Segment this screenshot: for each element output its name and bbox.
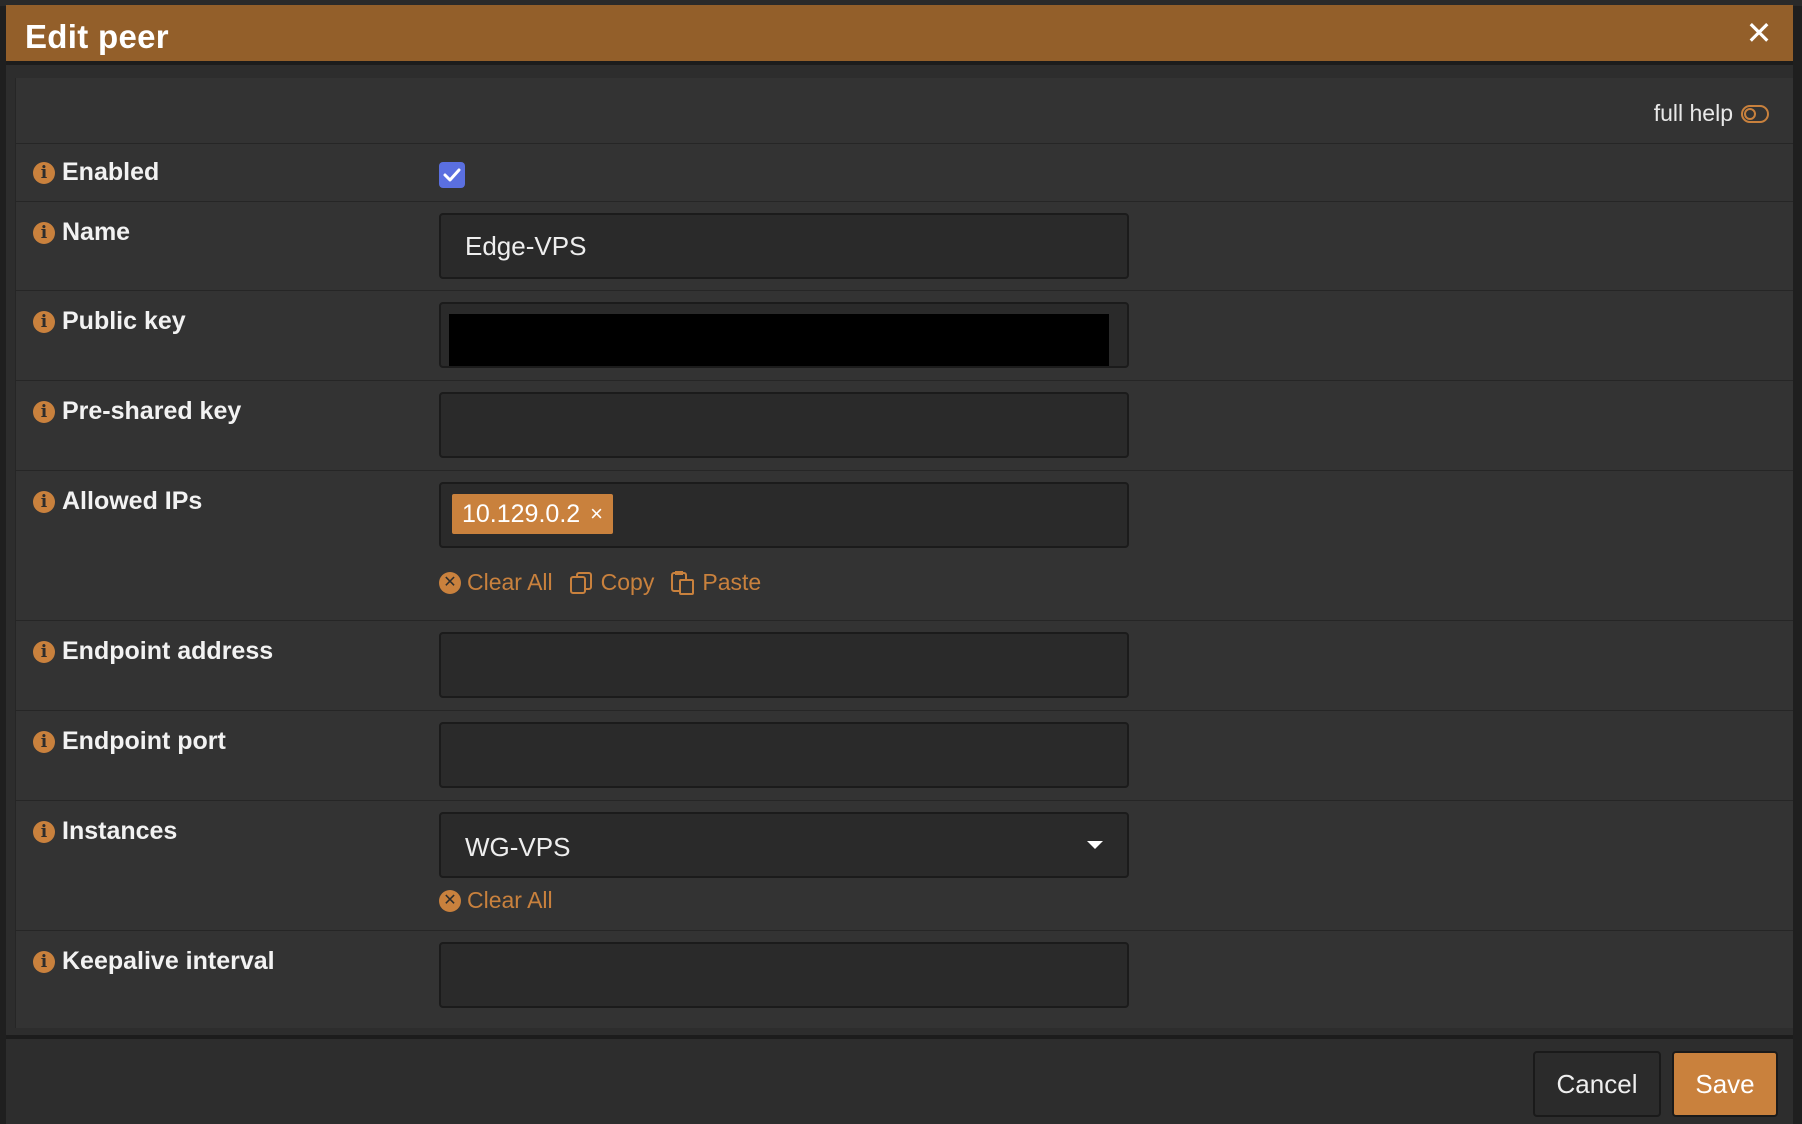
field-label-name: i Name	[33, 218, 130, 247]
toggle-off-icon	[1741, 104, 1769, 123]
info-icon[interactable]: i	[33, 400, 55, 423]
pre-shared-key-input[interactable]	[439, 392, 1129, 458]
allowed-ips-tag-input[interactable]: 10.129.0.2 ×	[439, 482, 1129, 548]
field-label-keepalive-interval: i Keepalive interval	[33, 947, 275, 976]
full-help-label: full help	[1653, 100, 1733, 126]
field-label-public-key: i Public key	[33, 307, 186, 336]
instances-actions: ✕ Clear All	[439, 887, 553, 914]
paste-label: Paste	[702, 569, 762, 595]
field-label-enabled: i Enabled	[33, 158, 159, 187]
clear-icon: ✕	[439, 889, 461, 912]
info-icon[interactable]: i	[33, 310, 55, 333]
row-keepalive-interval: i Keepalive interval	[16, 931, 1793, 1023]
name-input[interactable]	[439, 213, 1129, 279]
paste-ips-link[interactable]: Paste	[670, 569, 761, 596]
save-button[interactable]: Save	[1672, 1051, 1778, 1117]
remove-tag-icon[interactable]: ×	[590, 501, 603, 527]
row-public-key: i Public key	[16, 291, 1793, 381]
endpoint-address-input[interactable]	[439, 632, 1129, 698]
label-allowed-ips: Allowed IPs	[62, 487, 203, 515]
paste-icon	[671, 570, 695, 595]
keepalive-interval-input[interactable]	[439, 942, 1129, 1008]
row-name: i Name	[16, 202, 1793, 291]
instances-selected-value: WG-VPS	[465, 832, 571, 862]
ip-tag-label: 10.129.0.2	[462, 499, 581, 528]
label-endpoint-port: Endpoint port	[62, 727, 226, 755]
field-label-allowed-ips: i Allowed IPs	[33, 487, 202, 516]
check-icon	[443, 168, 461, 182]
row-instances: i Instances WG-VPS ✕ Clear All	[16, 801, 1793, 931]
info-icon[interactable]: i	[33, 640, 55, 663]
label-public-key: Public key	[62, 307, 186, 335]
label-endpoint-address: Endpoint address	[62, 637, 274, 665]
row-endpoint-address: i Endpoint address	[16, 621, 1793, 711]
clear-all-label: Clear All	[467, 569, 553, 595]
info-icon[interactable]: i	[33, 950, 55, 973]
clear-all-ips-link[interactable]: ✕ Clear All	[439, 569, 553, 596]
label-pre-shared-key: Pre-shared key	[62, 397, 242, 425]
help-row: full help	[16, 78, 1793, 144]
info-icon[interactable]: i	[33, 161, 55, 184]
full-help-toggle[interactable]: full help	[1654, 100, 1769, 127]
info-icon[interactable]: i	[33, 820, 55, 843]
row-allowed-ips: i Allowed IPs 10.129.0.2 × ✕ Clear All C…	[16, 471, 1793, 621]
field-label-endpoint-port: i Endpoint port	[33, 727, 226, 756]
row-enabled: i Enabled	[16, 144, 1793, 202]
label-name: Name	[62, 218, 131, 246]
clear-all-instances-link[interactable]: ✕ Clear All	[439, 887, 553, 914]
info-icon[interactable]: i	[33, 730, 55, 753]
row-endpoint-port: i Endpoint port	[16, 711, 1793, 801]
field-label-endpoint-address: i Endpoint address	[33, 637, 273, 666]
copy-label: Copy	[600, 569, 655, 595]
clear-icon: ✕	[439, 571, 461, 594]
endpoint-port-input[interactable]	[439, 722, 1129, 788]
label-instances: Instances	[62, 817, 178, 845]
info-icon[interactable]: i	[33, 221, 55, 244]
dialog-footer: Cancel Save	[6, 1035, 1793, 1124]
close-icon[interactable]: ✕	[1743, 17, 1775, 49]
label-keepalive-interval: Keepalive interval	[62, 947, 275, 975]
ip-tag: 10.129.0.2 ×	[452, 494, 614, 534]
info-icon[interactable]: i	[33, 490, 55, 513]
caret-down-icon	[1087, 841, 1103, 849]
clear-all-label: Clear All	[467, 887, 553, 913]
edit-peer-dialog: Edit peer ✕ full help i Enabled i Name E…	[6, 5, 1793, 1124]
row-pre-shared-key: i Pre-shared key	[16, 381, 1793, 471]
copy-ips-link[interactable]: Copy	[569, 569, 655, 596]
enabled-checkbox[interactable]	[439, 162, 465, 188]
field-label-pre-shared-key: i Pre-shared key	[33, 397, 241, 426]
public-key-input[interactable]	[439, 302, 1129, 368]
dialog-header: Edit peer ✕	[6, 5, 1793, 65]
instances-select[interactable]: WG-VPS	[439, 812, 1129, 878]
dialog-title: Edit peer	[25, 18, 169, 55]
label-enabled: Enabled	[62, 158, 160, 186]
redacted-value	[449, 314, 1109, 366]
form-area: full help i Enabled i Name Edge-VPS i Pu…	[15, 78, 1793, 1028]
cancel-button[interactable]: Cancel	[1533, 1051, 1661, 1117]
field-label-instances: i Instances	[33, 817, 177, 846]
copy-icon	[569, 571, 592, 594]
allowed-ips-actions: ✕ Clear All Copy Paste	[439, 569, 761, 596]
